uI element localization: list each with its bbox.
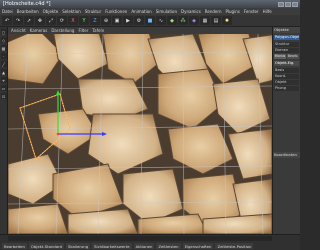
menu-bar: Datei Bearbeiten Objekte Selektion Struk… [0,8,300,15]
x-axis-icon[interactable]: X [68,16,78,25]
panel-row-layers[interactable]: Ebenen [274,48,299,53]
menu-file[interactable]: Datei [0,9,15,14]
y-axis-icon[interactable]: Y [79,16,89,25]
edges-mode-icon[interactable]: ╱ [0,61,7,67]
menu-plugins[interactable]: Plugins [224,9,242,14]
maximize-button[interactable] [285,1,291,7]
menu-help[interactable]: Hilfe [261,9,274,14]
title-bar: [Holzscheite.c4d *] [0,0,300,8]
lock-icon[interactable]: ⊡ [0,93,7,99]
viewport-menu-panels[interactable]: Tafeln [92,28,104,33]
camera-icon[interactable]: ▤ [211,16,221,25]
timeline-button-position[interactable]: Zeitleiste-Position [215,243,254,249]
viewport-menu-filter[interactable]: Filter [78,28,88,33]
cube-icon[interactable]: ■ [145,16,155,25]
object-mode-icon[interactable]: ◇ [0,37,7,43]
window-title: [Holzscheite.c4d *] [3,1,51,7]
move-icon[interactable]: ✥ [35,16,45,25]
viewport-menu-display[interactable]: Darstellung [51,28,74,33]
undo-icon[interactable]: ↶ [2,16,12,25]
right-panel: Objekte Polygon-Objekt Struktur Ebenen M… [272,27,300,234]
menu-render[interactable]: Rendern [203,9,224,14]
model-mode-icon[interactable]: ◻ [0,29,7,35]
timeline-button-edit[interactable]: Bearbeiten [2,243,27,249]
points-mode-icon[interactable]: · [0,53,7,59]
bottom-timeline: Bearbeiten Objekt-Standard Skalierung Si… [0,234,300,250]
viewport-menu-view[interactable]: Ansicht [11,28,26,33]
timeline-button-scale[interactable]: Skalierung [66,243,91,249]
attr-row-phong[interactable]: Phong [274,86,299,91]
cursor-icon[interactable]: ➚ [24,16,34,25]
left-toolbar: ◻ ◇ ▩ · ╱ ▲ ⌖ ▭ ⊡ [0,27,8,234]
menu-window[interactable]: Fenster [242,9,261,14]
menu-objects[interactable]: Objekte [41,9,61,14]
texture-mode-icon[interactable]: ▩ [0,45,7,51]
3d-viewport[interactable] [8,34,272,234]
main-toolbar: ↶ ↷ ➚ ✥ ⤢ ⟳ X Y Z ⊕ ▣ ▶ ⚙ ■ ∿ ◆ ⁂ ◈ ▦ ▤ … [0,15,300,27]
snap-icon[interactable]: ⌖ [0,77,7,83]
nurbs-icon[interactable]: ◆ [167,16,177,25]
close-button[interactable] [292,1,298,7]
cinema4d-window: [Holzscheite.c4d *] Datei Bearbeiten Obj… [0,0,300,250]
menu-animation[interactable]: Animation [129,9,153,14]
render-icon[interactable]: ▶ [123,16,133,25]
rotate-icon[interactable]: ⟳ [57,16,67,25]
attribute-tabs: Modus Bearb. [274,54,299,59]
menu-functions[interactable]: Funktionen [103,9,129,14]
timeline-button-timelines[interactable]: Zeitleisten [156,243,181,249]
menu-simulation[interactable]: Simulation [154,9,179,14]
timeline-button-actions[interactable]: Aktionen [133,243,155,249]
workplane-icon[interactable]: ▭ [0,85,7,91]
timeline-button-visibility[interactable]: Sichtbarkeitswerte [92,243,132,249]
menu-dynamics[interactable]: Dynamics [179,9,203,14]
menu-selection[interactable]: Selektion [60,9,83,14]
coordinates-header: Koordinaten [273,152,300,158]
minimize-button[interactable] [278,1,284,7]
light-icon[interactable]: ✹ [222,16,232,25]
timeline-button-properties[interactable]: Eigenschaften [182,243,214,249]
menu-structure[interactable]: Struktur [83,9,103,14]
spline-icon[interactable]: ∿ [156,16,166,25]
panel-row-structure[interactable]: Struktur [274,42,299,47]
attribute-header: Objekt-Eig. [274,61,299,66]
attr-row-coords[interactable]: Koord. [274,74,299,79]
redo-icon[interactable]: ↷ [13,16,23,25]
viewport-menu-cameras[interactable]: Kameras [30,28,48,33]
tab-mode[interactable]: Modus [274,54,286,59]
viewport-menu: Ansicht Kameras Darstellung Filter Tafel… [8,27,272,34]
object-item-selected[interactable]: Polygon-Objekt [274,35,299,40]
polygons-mode-icon[interactable]: ▲ [0,69,7,75]
render-settings-icon[interactable]: ⚙ [134,16,144,25]
scale-icon[interactable]: ⤢ [46,16,56,25]
timeline-ruler[interactable] [8,236,272,241]
deformer-icon[interactable]: ◈ [189,16,199,25]
woodpile-scene [8,34,272,234]
render-view-icon[interactable]: ▣ [112,16,122,25]
timeline-buttons: Bearbeiten Objekt-Standard Skalierung Si… [0,242,300,250]
window-controls [278,1,300,7]
z-axis-icon[interactable]: Z [90,16,100,25]
array-icon[interactable]: ⁂ [178,16,188,25]
coordinate-icon[interactable]: ⊕ [101,16,111,25]
timeline-button-object-standard[interactable]: Objekt-Standard [28,243,64,249]
attr-row-basis[interactable]: Basis [274,68,299,73]
axis-origin[interactable] [56,132,60,136]
scene-icon[interactable]: ▦ [200,16,210,25]
objects-header: Objekte [273,27,300,33]
tab-edit[interactable]: Bearb. [287,54,299,59]
attr-row-object[interactable]: Objekt [274,80,299,85]
menu-edit[interactable]: Bearbeiten [15,9,41,14]
